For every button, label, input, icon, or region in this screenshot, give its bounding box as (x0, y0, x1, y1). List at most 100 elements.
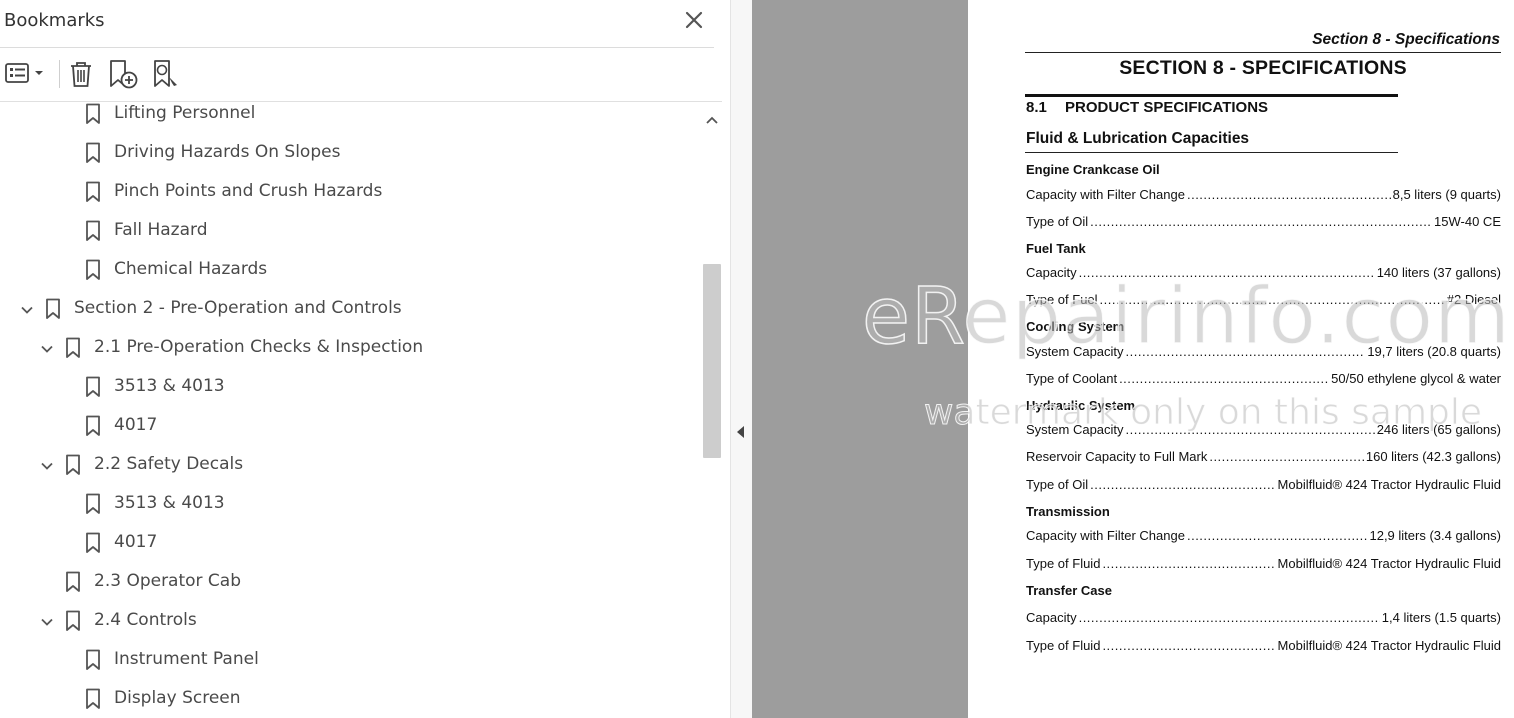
spec-value: Mobilfluid® 424 Tractor Hydraulic Fluid (1277, 556, 1501, 571)
table-heading: Fluid & Lubrication Capacities (1026, 130, 1250, 147)
bookmark-label: Section 2 - Pre-Operation and Controls (74, 298, 402, 318)
bookmark-label: 4017 (114, 532, 158, 552)
spec-row: Capacity with Filter Change 12,9 liters (… (1026, 528, 1501, 546)
dot-leader (1090, 477, 1275, 492)
spec-label: Type of Coolant (1026, 371, 1118, 386)
bookmark-label: 3513 & 4013 (114, 376, 225, 396)
bookmark-tree: Lifting Personnel Driving Hazards On Slop… (0, 103, 700, 718)
trash-icon[interactable] (66, 58, 96, 90)
bookmark-label: Display Screen (114, 688, 241, 708)
new-bookmark-icon[interactable] (106, 58, 140, 90)
bookmark-item[interactable]: 2.3 Operator Cab (0, 563, 700, 602)
bookmark-item[interactable]: 2.1 Pre-Operation Checks & Inspection (0, 329, 700, 368)
bookmark-label: Lifting Personnel (114, 103, 256, 123)
bookmark-item[interactable]: Pinch Points and Crush Hazards (0, 173, 700, 212)
bookmark-item[interactable]: Display Screen (0, 680, 700, 718)
triangle-left-icon[interactable] (734, 424, 748, 440)
chevron-down-icon[interactable] (39, 614, 55, 630)
bookmark-item[interactable]: 3513 & 4013 (0, 485, 700, 524)
bookmark-icon (45, 298, 61, 320)
bookmark-label: 2.2 Safety Decals (94, 454, 244, 474)
bookmark-item[interactable]: Chemical Hazards (0, 251, 700, 290)
panel-splitter[interactable] (730, 0, 752, 718)
scrollbar-thumb[interactable] (703, 264, 721, 458)
spec-group-title: Fuel Tank (1026, 241, 1086, 256)
bookmark-label: Instrument Panel (114, 649, 259, 669)
list-options-icon[interactable] (4, 58, 48, 90)
bookmark-icon (65, 571, 81, 593)
spec-row: Reservoir Capacity to Full Mark 160 liter… (1026, 449, 1501, 467)
bookmarks-panel: Bookmarks Lifting Personnel Driving Haza… (0, 0, 730, 718)
spec-row: Type of Fluid Mobilfluid® 424 Tractor Hyd… (1026, 556, 1501, 574)
bookmark-label: Fall Hazard (114, 220, 208, 240)
bookmark-item[interactable]: 4017 (0, 407, 700, 446)
bookmark-label: 2.4 Controls (94, 610, 197, 630)
find-bookmark-icon[interactable] (150, 58, 184, 90)
watermark-site: eRepairinfo.com (861, 271, 1512, 363)
bookmarks-header: Bookmarks (0, 0, 714, 48)
bookmark-icon (85, 493, 101, 515)
chevron-down-icon[interactable] (39, 458, 55, 474)
title-rule (1025, 94, 1398, 97)
spec-row: Capacity 1,4 liters (1.5 quarts) (1026, 610, 1501, 628)
bookmark-icon (85, 142, 101, 164)
running-header: Section 8 - Specifications (1312, 31, 1500, 48)
spec-value: Mobilfluid® 424 Tractor Hydraulic Fluid (1277, 477, 1501, 492)
bookmark-label: 4017 (114, 415, 158, 435)
bookmark-item[interactable]: 4017 (0, 524, 700, 563)
bookmark-item[interactable]: Section 2 - Pre-Operation and Controls (0, 290, 700, 329)
spec-row: Capacity with Filter Change 8,5 liters (9… (1026, 187, 1501, 205)
bookmark-label: Pinch Points and Crush Hazards (114, 181, 383, 201)
bookmark-label: Driving Hazards On Slopes (114, 142, 341, 162)
subsection-title: PRODUCT SPECIFICATIONS (1065, 99, 1269, 116)
spec-label: Type of Fluid (1026, 556, 1101, 571)
spec-label: Type of Oil (1026, 477, 1089, 492)
spec-label: Capacity (1026, 610, 1077, 625)
bookmark-icon (85, 259, 101, 281)
spec-value: 12,9 liters (3.4 gallons) (1369, 528, 1501, 543)
bookmark-item[interactable]: Driving Hazards On Slopes (0, 134, 700, 173)
dot-leader (1209, 449, 1364, 464)
spec-label: Type of Fluid (1026, 638, 1101, 653)
spec-label: Type of Oil (1026, 214, 1089, 229)
chevron-down-icon[interactable] (19, 302, 35, 318)
dot-leader (1187, 187, 1391, 202)
heading-rule (1025, 152, 1398, 153)
bookmarks-toolbar (0, 48, 722, 102)
bookmark-item[interactable]: 2.2 Safety Decals (0, 446, 700, 485)
spec-row: Type of Oil 15W-40 CE (1026, 214, 1501, 232)
bookmarks-title: Bookmarks (4, 10, 105, 31)
bookmark-icon (85, 532, 101, 554)
section-title: SECTION 8 - SPECIFICATIONS (1119, 57, 1407, 79)
bookmark-icon (85, 181, 101, 203)
dot-leader (1102, 638, 1275, 653)
header-rule (1025, 52, 1501, 53)
subsection-number: 8.1 (1026, 99, 1047, 116)
spec-row: Type of Fluid Mobilfluid® 424 Tractor Hyd… (1026, 638, 1501, 656)
spec-row: Type of Oil Mobilfluid® 424 Tractor Hydra… (1026, 477, 1501, 495)
bookmark-item[interactable]: Lifting Personnel (0, 103, 700, 134)
bookmark-icon (85, 688, 101, 710)
dot-leader (1090, 214, 1432, 229)
spec-group-title: Engine Crankcase Oil (1026, 162, 1160, 177)
dot-leader (1119, 371, 1329, 386)
bookmark-item[interactable]: 2.4 Controls (0, 602, 700, 641)
watermark-note: watermark only on this sample (923, 392, 1483, 434)
bookmark-item[interactable]: 3513 & 4013 (0, 368, 700, 407)
spec-label: Capacity with Filter Change (1026, 187, 1185, 202)
spec-value: 15W-40 CE (1434, 214, 1501, 229)
spec-value: 160 liters (42.3 gallons) (1365, 449, 1501, 464)
bookmark-icon (85, 649, 101, 671)
spec-group-title: Transmission (1026, 504, 1110, 519)
chevron-down-icon[interactable] (39, 341, 55, 357)
spec-label: Reservoir Capacity to Full Mark (1026, 449, 1208, 464)
spec-value: Mobilfluid® 424 Tractor Hydraulic Fluid (1277, 638, 1501, 653)
bookmark-item[interactable]: Fall Hazard (0, 212, 700, 251)
spec-row: Type of Coolant 50/50 ethylene glycol & w… (1026, 371, 1501, 389)
dot-leader (1079, 610, 1380, 625)
chevron-up-icon[interactable] (704, 112, 720, 126)
close-icon[interactable] (682, 8, 706, 32)
bookmark-icon (85, 103, 101, 125)
spec-label: Capacity with Filter Change (1026, 528, 1185, 543)
bookmark-item[interactable]: Instrument Panel (0, 641, 700, 680)
